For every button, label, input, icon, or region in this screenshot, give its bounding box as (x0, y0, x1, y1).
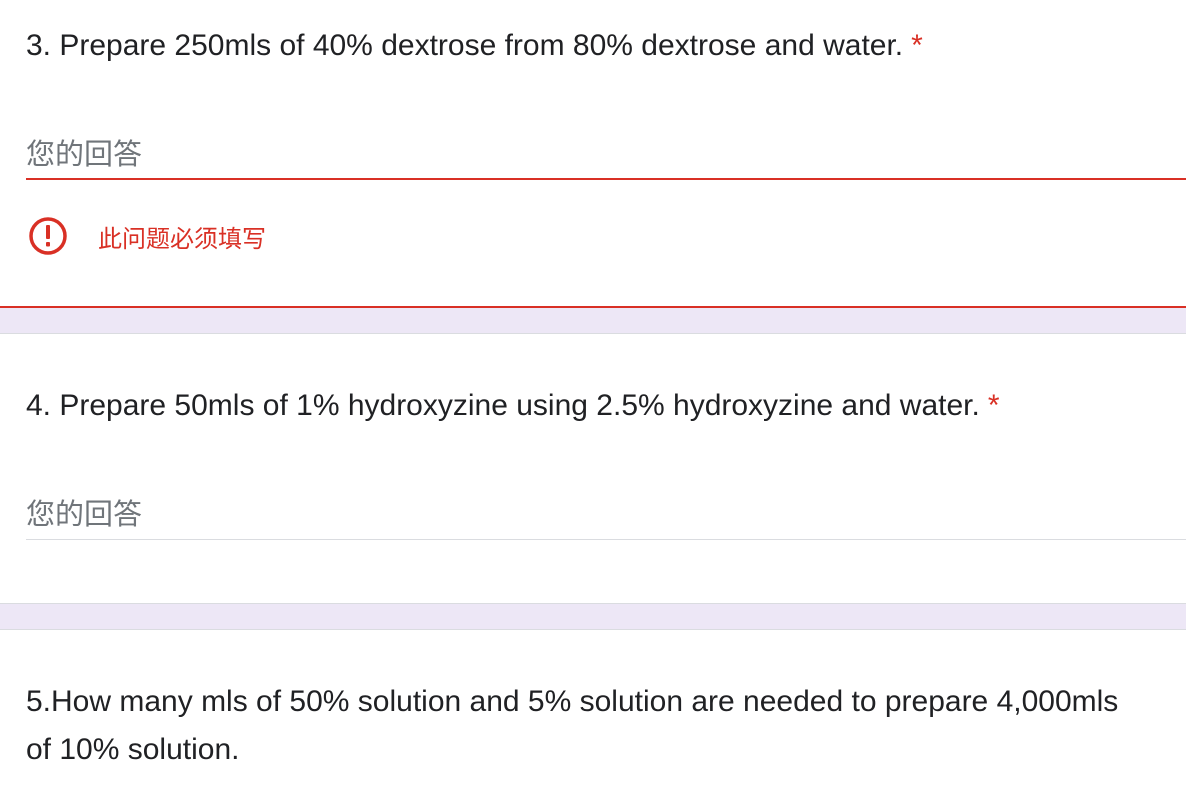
question-title-4: 4. Prepare 50mls of 1% hydroxyzine using… (26, 382, 1000, 430)
section-gap (0, 603, 1186, 630)
required-asterisk: * (987, 389, 1000, 422)
required-asterisk: * (911, 29, 923, 62)
question-title-5: 5.How many mls of 50% solution and 5% so… (26, 685, 1119, 766)
question-title-3-text: 3. Prepare 250mls of 40% dextrose from 8… (26, 29, 904, 62)
answer-input-3[interactable] (26, 132, 1186, 176)
validation-error: 此问题必须填写 (28, 214, 266, 258)
error-icon (28, 216, 68, 256)
answer-input-4[interactable] (26, 492, 1186, 536)
question-card-4 (0, 334, 1186, 603)
error-message: 此问题必须填写 (98, 224, 266, 253)
question-title-4-text: 4. Prepare 50mls of 1% hydroxyzine using… (26, 389, 980, 422)
answer-field-4[interactable] (26, 492, 1186, 540)
section-gap (0, 308, 1186, 334)
answer-field-3[interactable] (26, 132, 1186, 180)
question-title-3: 3. Prepare 250mls of 40% dextrose from 8… (26, 22, 923, 70)
